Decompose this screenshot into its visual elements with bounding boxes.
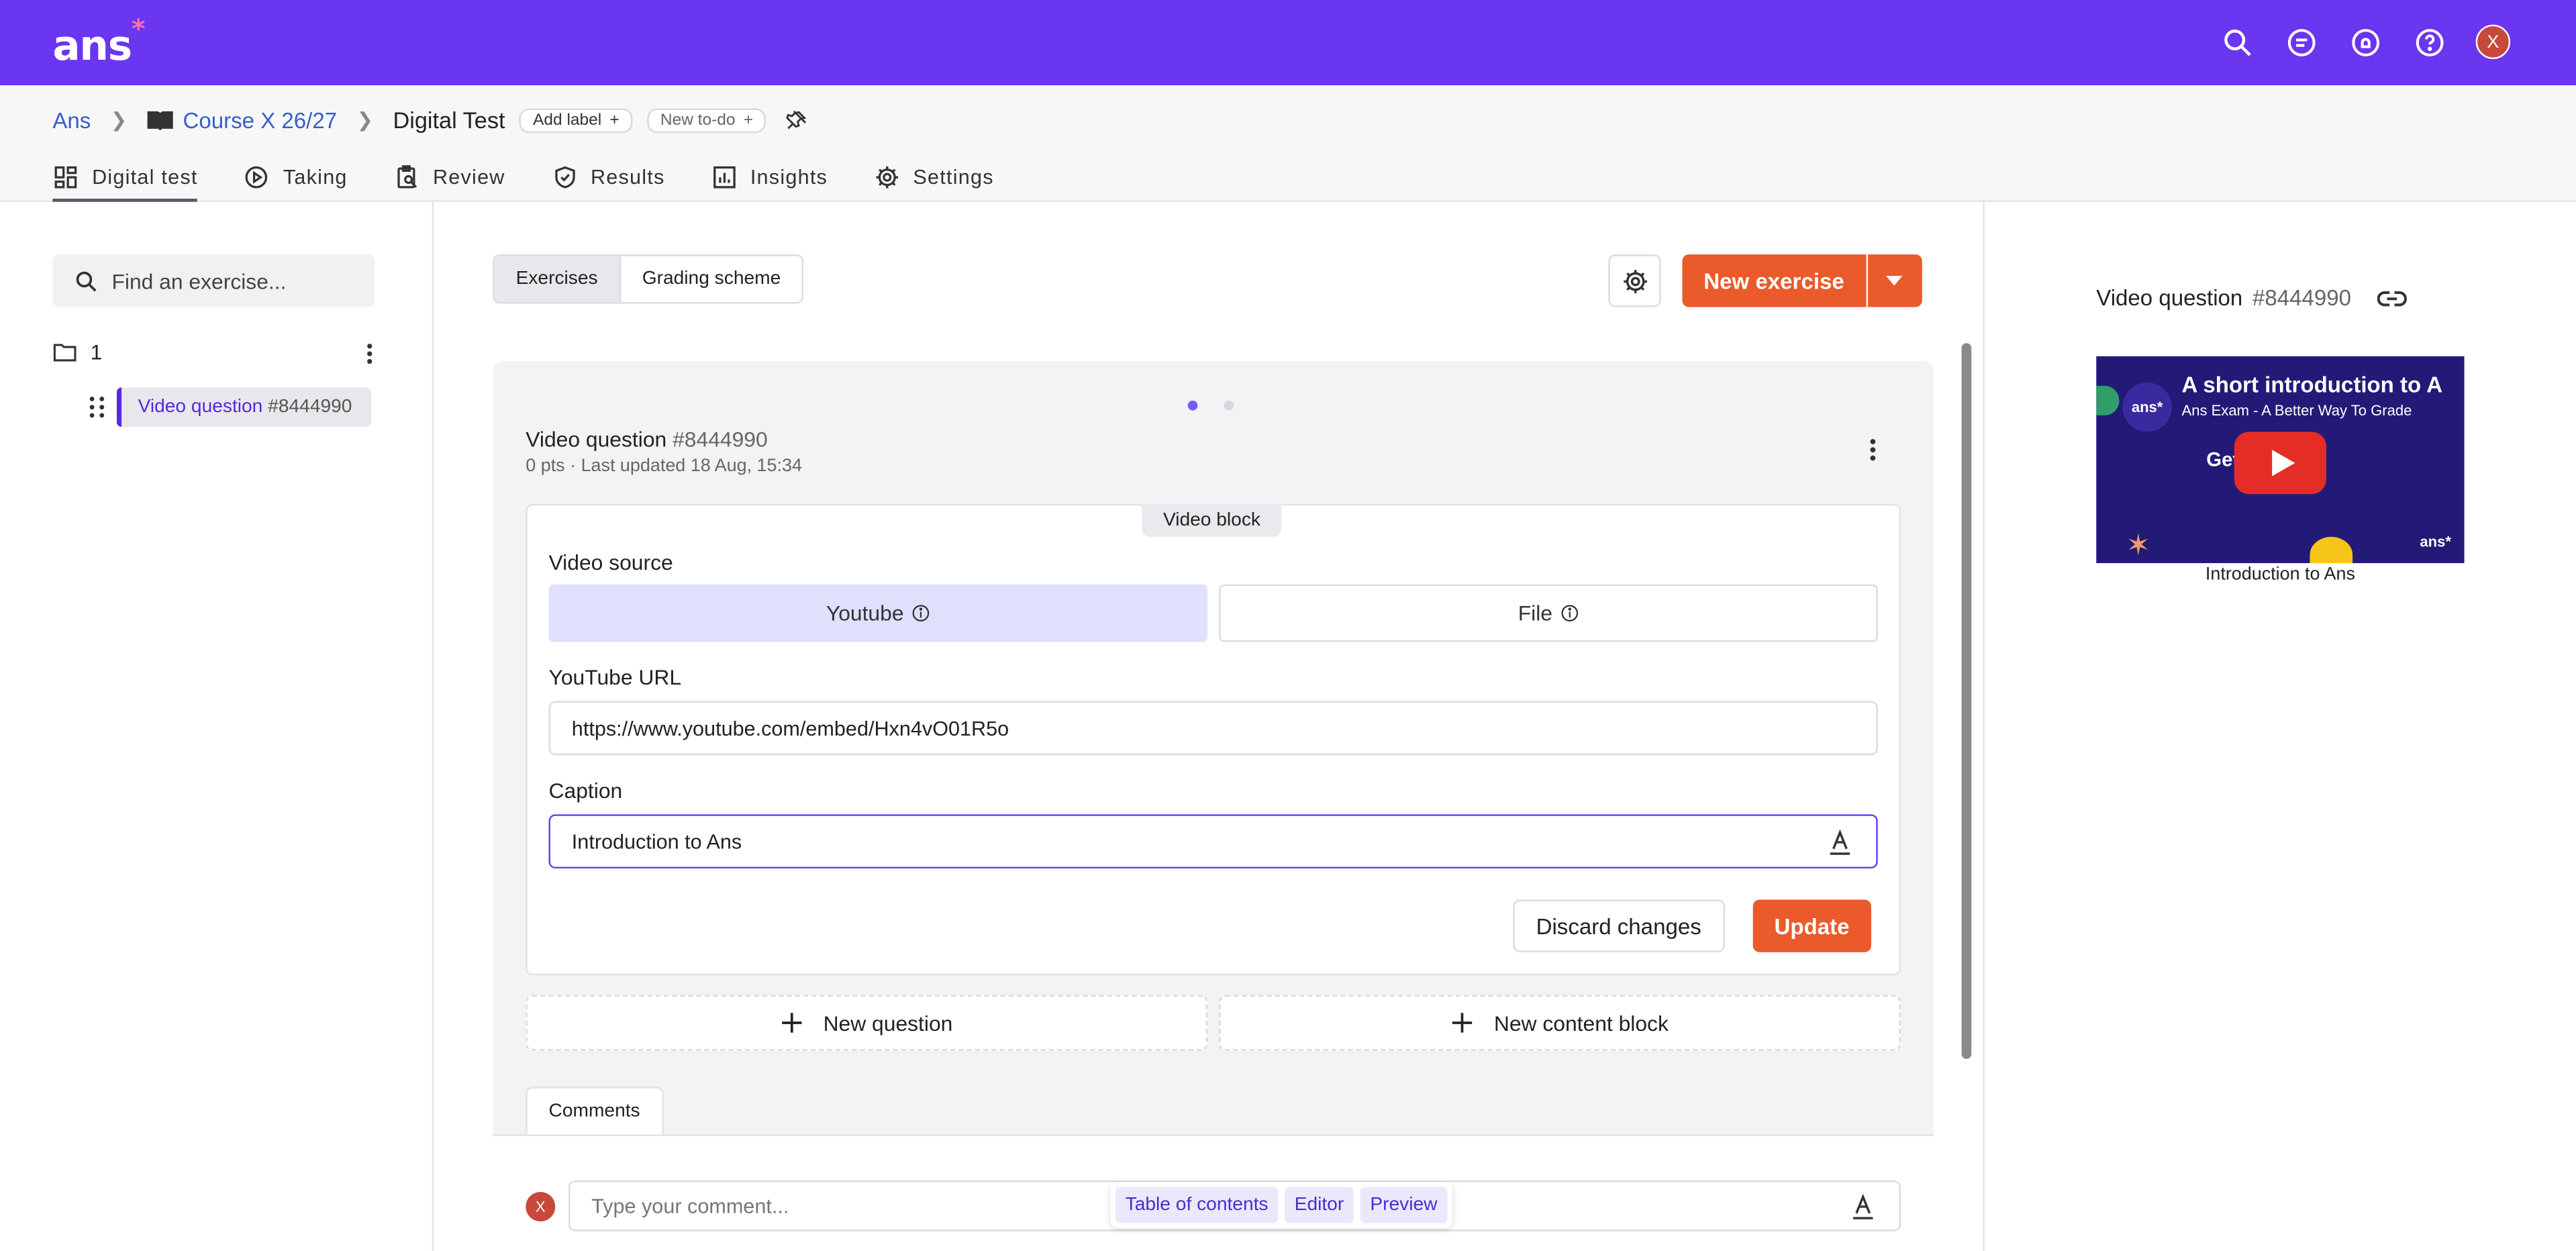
breadcrumb-root[interactable]: Ans <box>52 107 91 132</box>
main-scrollbar[interactable] <box>1961 343 1972 1059</box>
exercise-search-input[interactable]: Find an exercise... <box>52 254 375 307</box>
video-caption: Introduction to Ans <box>2205 564 2355 585</box>
folder-label: 1 <box>90 340 103 365</box>
source-youtube-button[interactable]: Youtube <box>548 584 1208 642</box>
plus-icon: + <box>609 111 620 130</box>
tab-grading-scheme[interactable]: Grading scheme <box>621 256 802 302</box>
discard-changes-button[interactable]: Discard changes <box>1513 899 1725 952</box>
editor-button[interactable]: Editor <box>1284 1187 1354 1223</box>
pin-icon[interactable] <box>786 108 809 131</box>
dashboard-icon <box>54 166 77 189</box>
info-icon <box>912 605 930 621</box>
settings-button[interactable] <box>1608 254 1661 307</box>
carousel-dots <box>1187 400 1234 411</box>
play-circle-icon <box>246 166 268 189</box>
update-button[interactable]: Update <box>1752 899 1871 952</box>
main-editor: Exercises Grading scheme New exercise Vi… <box>434 201 1981 1251</box>
decoration <box>2096 385 2120 415</box>
caret-down-icon <box>1886 275 1903 286</box>
book-icon <box>148 110 174 130</box>
shield-check-icon <box>554 166 575 189</box>
help-icon[interactable] <box>2412 25 2446 59</box>
video-block: Video block Video source Youtube File Yo… <box>526 503 1901 976</box>
video-player[interactable]: ans* A short introduction to A Ans Exam … <box>2096 356 2465 564</box>
new-question-button[interactable]: New question <box>526 995 1208 1051</box>
sidebar-item-video-question[interactable]: Video question #8444990 <box>85 387 372 428</box>
star-icon: ✶ <box>2126 528 2151 562</box>
youtube-url-input[interactable]: https://www.youtube.com/embed/Hxn4vO01R5… <box>548 701 1878 756</box>
add-label-button[interactable]: Add label + <box>519 107 633 132</box>
caption-input[interactable]: Introduction to Ans <box>548 814 1878 869</box>
chat-icon[interactable] <box>2283 25 2318 59</box>
plus-icon <box>782 1013 802 1033</box>
exercise-meta: 0 pts · Last updated 18 Aug, 15:34 <box>526 456 802 477</box>
block-type-tag: Video block <box>1142 503 1282 537</box>
tab-digital-test[interactable]: Digital test <box>52 156 199 202</box>
tab-exercises[interactable]: Exercises <box>494 256 621 303</box>
exercise-card: Video question #8444990 0 pts · Last upd… <box>493 361 1934 1251</box>
folder-menu-icon[interactable] <box>358 340 381 366</box>
video-watermark: ans* <box>2420 534 2451 550</box>
chevron-right-icon: ❯ <box>356 108 374 132</box>
tab-results[interactable]: Results <box>551 156 664 199</box>
exercise-sidebar: Find an exercise... 1 Video question #84… <box>0 201 434 1251</box>
text-format-icon[interactable] <box>1852 1193 1875 1219</box>
drag-handle-icon[interactable] <box>85 396 108 419</box>
folder-row[interactable]: 1 <box>52 340 381 364</box>
tab-comments[interactable]: Comments <box>526 1087 663 1135</box>
carousel-dot[interactable] <box>1224 400 1234 411</box>
sub-header: Ans ❯ Course X 26/27 ❯ Digital Test Add … <box>0 85 2576 202</box>
gear-icon <box>1623 268 1646 293</box>
decoration <box>2310 536 2353 564</box>
tab-settings[interactable]: Settings <box>874 156 994 199</box>
user-avatar[interactable]: X <box>2475 24 2511 60</box>
preview-panel: Video question #8444990 ans* A short intr… <box>1983 201 2576 1251</box>
new-exercise-split-button: New exercise <box>1682 254 1922 307</box>
folder-icon <box>53 344 77 362</box>
exercise-menu-icon[interactable] <box>1861 437 1884 463</box>
text-format-icon[interactable] <box>1828 829 1851 855</box>
breadcrumb: Ans ❯ Course X 26/27 ❯ Digital Test Add … <box>52 107 809 133</box>
tab-taking[interactable]: Taking <box>244 156 348 199</box>
video-source-label: Video source <box>548 550 673 575</box>
new-todo-button[interactable]: New to-do + <box>647 107 766 132</box>
top-bar: ans* X <box>0 0 2576 86</box>
commenter-avatar: X <box>526 1191 556 1221</box>
sidebar-item-label[interactable]: Video question #8444990 <box>116 387 372 428</box>
tab-bar: Digital test Taking Review Results Insig… <box>52 156 994 202</box>
info-icon <box>1561 605 1579 621</box>
caption-label: Caption <box>548 778 623 803</box>
play-icon[interactable] <box>2234 432 2326 495</box>
clipboard-search-icon <box>397 165 417 189</box>
channel-logo: ans* <box>2122 382 2172 432</box>
plus-icon: + <box>743 111 754 130</box>
youtube-url-label: YouTube URL <box>548 664 682 690</box>
video-title: A short introduction to A <box>2181 372 2443 397</box>
table-of-contents-button[interactable]: Table of contents <box>1115 1187 1279 1223</box>
bell-icon[interactable] <box>2348 25 2382 59</box>
exercise-title: Video question #8444990 <box>526 427 768 452</box>
new-content-block-button[interactable]: New content block <box>1219 995 1901 1051</box>
source-file-button[interactable]: File <box>1219 584 1878 642</box>
chevron-right-icon: ❯ <box>110 108 128 132</box>
ans-logo[interactable]: ans* <box>52 13 145 70</box>
new-exercise-button[interactable]: New exercise <box>1682 254 1866 307</box>
breadcrumb-course[interactable]: Course X 26/27 <box>183 107 337 132</box>
breadcrumb-current: Digital Test <box>393 107 505 134</box>
carousel-dot[interactable] <box>1187 400 1198 411</box>
gear-icon <box>875 166 898 189</box>
new-exercise-dropdown[interactable] <box>1867 254 1922 307</box>
search-icon <box>76 270 97 291</box>
video-subtitle: Ans Exam - A Better Way To Grade <box>2181 402 2412 419</box>
search-icon[interactable] <box>2220 25 2254 59</box>
tab-review[interactable]: Review <box>393 156 505 199</box>
preview-title: Video question #8444990 <box>2096 286 2408 310</box>
link-icon[interactable] <box>2377 288 2408 307</box>
tab-insights[interactable]: Insights <box>711 156 828 199</box>
bar-chart-icon <box>713 166 735 189</box>
preview-button[interactable]: Preview <box>1360 1187 1448 1223</box>
floating-toolbar: Table of contents Editor Preview <box>1110 1182 1452 1228</box>
view-toggle: Exercises Grading scheme <box>493 254 804 304</box>
plus-icon <box>1452 1013 1473 1033</box>
